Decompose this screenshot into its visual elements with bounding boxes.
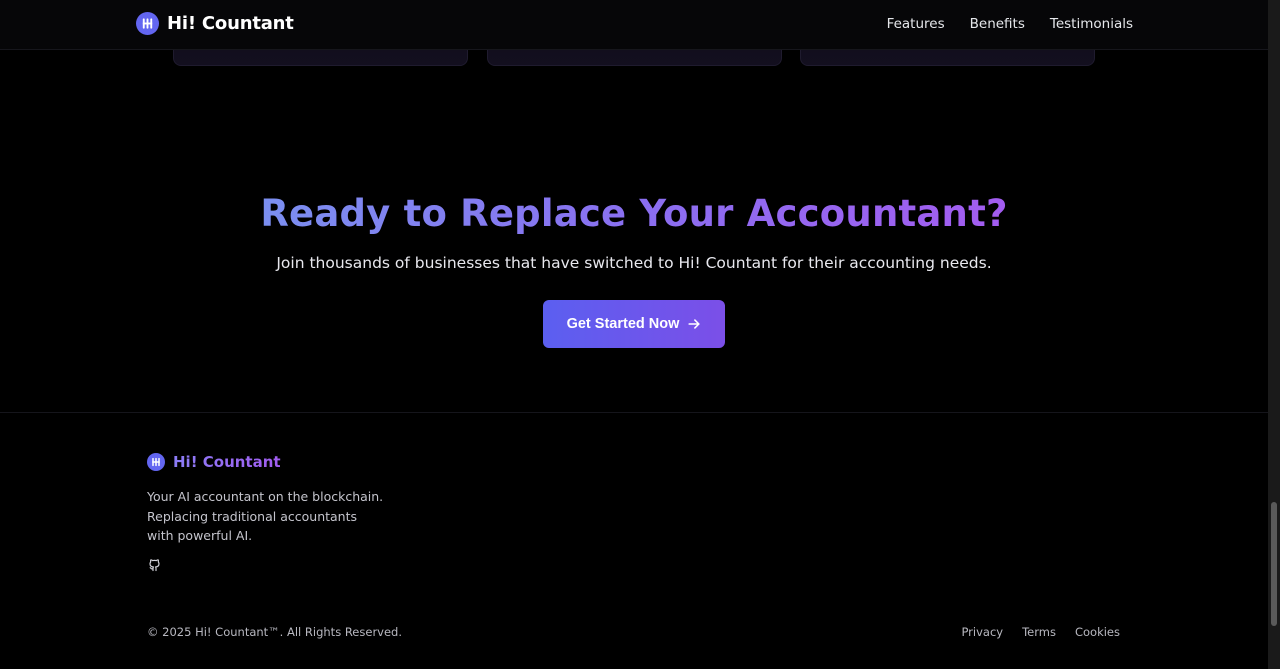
nav-brand[interactable]: Hi! Countant <box>136 12 294 35</box>
get-started-label: Get Started Now <box>566 316 680 332</box>
cta-title: Ready to Replace Your Accountant? <box>0 192 1268 235</box>
scrollbar[interactable] <box>1268 0 1280 669</box>
nav-link-benefits[interactable]: Benefits <box>970 16 1025 32</box>
footer-description: Your AI accountant on the blockchain. Re… <box>147 489 384 543</box>
privacy-link[interactable]: Privacy <box>961 625 1003 639</box>
nav-link-features[interactable]: Features <box>887 16 945 32</box>
logo-icon <box>147 453 165 471</box>
cta-title-text: Ready to Replace Your Accountant? <box>260 192 1008 235</box>
scrollbar-thumb[interactable] <box>1271 502 1277 626</box>
cta-subtitle: Join thousands of businesses that have s… <box>276 254 992 272</box>
arrow-right-icon <box>688 319 700 329</box>
page: Hi! Countant Features Benefits Testimoni… <box>0 0 1280 669</box>
footer-brand-name: Hi! Countant <box>173 453 281 471</box>
logo-icon <box>136 12 159 35</box>
get-started-button[interactable]: Get Started Now <box>543 300 725 348</box>
footer-brand[interactable]: Hi! Countant <box>147 453 281 471</box>
cookies-link[interactable]: Cookies <box>1075 625 1120 639</box>
top-nav: Hi! Countant Features Benefits Testimoni… <box>0 0 1268 50</box>
terms-link[interactable]: Terms <box>1022 625 1056 639</box>
github-icon[interactable] <box>147 556 163 572</box>
nav-link-testimonials[interactable]: Testimonials <box>1050 16 1133 32</box>
brand-name: Hi! Countant <box>167 13 294 34</box>
nav-links: Features Benefits Testimonials <box>887 16 1133 32</box>
legal-links: Privacy Terms Cookies <box>961 625 1120 639</box>
footer-divider <box>0 412 1268 413</box>
copyright-text: © 2025 Hi! Countant™. All Rights Reserve… <box>147 625 403 639</box>
